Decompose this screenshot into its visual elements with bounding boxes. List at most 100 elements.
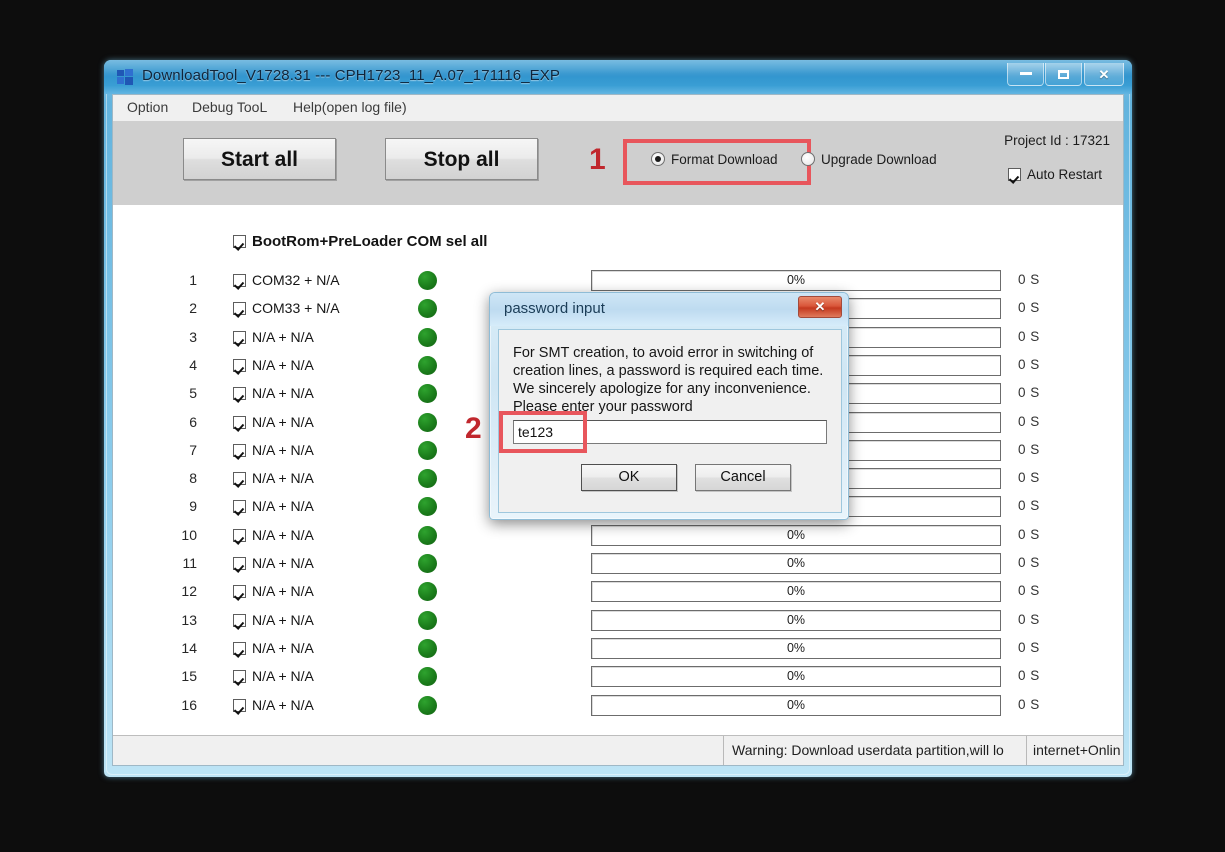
progress-bar: 0%: [591, 609, 1001, 631]
row-port-checkbox[interactable]: COM32 + N/A: [233, 272, 340, 288]
row-index: 8: [189, 470, 197, 487]
status-led-icon: [418, 440, 437, 460]
row-check-icon: [233, 274, 246, 287]
dialog-cancel-button[interactable]: Cancel: [695, 464, 791, 491]
status-warning-text: Warning: Download userdata partition,wil…: [723, 736, 1026, 765]
row-port-checkbox[interactable]: N/A + N/A: [233, 612, 314, 628]
table-row: 16 N/A + N/A 0% 0 S: [113, 693, 1123, 721]
maximize-button[interactable]: [1045, 63, 1082, 86]
row-port-checkbox[interactable]: N/A + N/A: [233, 697, 314, 713]
row-port-checkbox[interactable]: N/A + N/A: [233, 414, 314, 430]
row-check-icon: [233, 415, 246, 429]
elapsed-time-label: 0 S: [1018, 611, 1040, 627]
elapsed-time-label: 0 S: [1018, 583, 1040, 599]
elapsed-time-label: 0 S: [1018, 470, 1040, 486]
stop-all-button[interactable]: Stop all: [385, 138, 538, 180]
menu-item-help[interactable]: Help(open log file): [293, 99, 407, 115]
row-port-label: N/A + N/A: [252, 526, 314, 543]
elapsed-time-label: 0 S: [1018, 498, 1040, 514]
annotation-marker-1: 1: [589, 143, 606, 176]
menu-item-debug-tool[interactable]: Debug TooL: [192, 99, 267, 115]
progress-label: 0%: [786, 612, 806, 627]
start-all-button[interactable]: Start all: [183, 138, 336, 180]
status-led-icon: [418, 554, 437, 573]
minimize-button[interactable]: [1007, 63, 1044, 86]
toolbar: Start all Stop all 1 Format Download Upg…: [113, 121, 1123, 206]
windows-logo-icon: [117, 69, 133, 85]
row-port-label: N/A + N/A: [252, 498, 314, 515]
row-check-icon: [233, 443, 246, 457]
table-row: 13 N/A + N/A 0% 0 S: [113, 608, 1123, 636]
elapsed-time-label: 0 S: [1018, 300, 1040, 316]
auto-restart-label: Auto Restart: [1026, 167, 1102, 182]
window-titlebar[interactable]: DownloadTool_V1728.31 --- CPH1723_11_A.0…: [104, 60, 1132, 94]
row-port-checkbox[interactable]: N/A + N/A: [233, 583, 314, 599]
row-port-checkbox[interactable]: N/A + N/A: [233, 668, 314, 684]
row-index: 2: [189, 300, 197, 317]
row-index: 16: [181, 696, 197, 713]
row-check-icon: [233, 641, 246, 655]
row-port-label: N/A + N/A: [252, 413, 314, 430]
row-port-label: N/A + N/A: [252, 470, 314, 487]
annotation-box-password-field: [499, 411, 587, 453]
row-index: 6: [189, 413, 197, 430]
elapsed-time-label: 0 S: [1018, 356, 1040, 372]
row-check-icon: [233, 387, 246, 401]
row-port-checkbox[interactable]: N/A + N/A: [233, 385, 314, 401]
row-port-label: COM32 + N/A: [252, 272, 340, 288]
radio-upgrade-download-label: Upgrade Download: [821, 152, 937, 167]
select-all-checkbox[interactable]: BootRom+PreLoader COM sel all: [233, 233, 487, 250]
status-led-icon: [418, 610, 437, 630]
row-port-checkbox[interactable]: N/A + N/A: [233, 555, 314, 571]
progress-label: 0%: [786, 556, 806, 570]
row-check-icon: [233, 613, 246, 627]
close-button[interactable]: ✕: [1084, 63, 1124, 86]
dialog-ok-button[interactable]: OK: [581, 464, 677, 491]
radio-format-download-label: Format Download: [671, 152, 778, 167]
progress-label: 0%: [786, 669, 806, 684]
row-index: 13: [181, 611, 197, 628]
dialog-message: For SMT creation, to avoid error in swit…: [513, 345, 824, 415]
radio-format-download[interactable]: Format Download: [651, 152, 778, 167]
row-port-checkbox[interactable]: N/A + N/A: [233, 442, 314, 458]
progress-label: 0%: [786, 273, 806, 287]
row-index: 15: [181, 668, 197, 685]
row-index: 4: [189, 356, 197, 373]
progress-label: 0%: [786, 527, 806, 542]
radio-upgrade-download[interactable]: Upgrade Download: [801, 152, 937, 167]
table-row: 14 N/A + N/A 0% 0 S: [113, 636, 1123, 664]
status-led-icon: [418, 667, 437, 687]
status-led-icon: [418, 299, 437, 319]
row-port-checkbox[interactable]: N/A + N/A: [233, 357, 314, 373]
row-port-label: N/A + N/A: [252, 385, 314, 402]
status-led-icon: [418, 412, 437, 432]
row-check-icon: [233, 670, 246, 684]
elapsed-time-label: 0 S: [1018, 413, 1040, 429]
elapsed-time-label: 0 S: [1018, 555, 1040, 570]
row-check-icon: [233, 557, 246, 570]
status-led-icon: [418, 695, 437, 715]
menu-item-option[interactable]: Option: [127, 99, 168, 115]
row-port-checkbox[interactable]: N/A + N/A: [233, 640, 314, 656]
row-port-label: N/A + N/A: [252, 611, 314, 628]
row-check-icon: [233, 585, 246, 599]
statusbar: Warning: Download userdata partition,wil…: [113, 735, 1123, 765]
auto-restart-checkbox[interactable]: Auto Restart: [1007, 167, 1102, 182]
annotation-marker-2: 2: [465, 412, 482, 445]
row-port-checkbox[interactable]: N/A + N/A: [233, 498, 314, 514]
radio-upgrade-download-icon: [801, 152, 815, 166]
row-index: 10: [181, 526, 197, 543]
row-port-checkbox[interactable]: N/A + N/A: [233, 470, 314, 486]
row-port-label: N/A + N/A: [252, 583, 314, 600]
dialog-close-button[interactable]: ✕: [798, 296, 842, 318]
window-title: DownloadTool_V1728.31 --- CPH1723_11_A.0…: [142, 67, 560, 84]
dialog-titlebar[interactable]: password input ✕: [490, 293, 848, 326]
row-port-checkbox[interactable]: N/A + N/A: [233, 527, 314, 543]
minimize-icon: [1019, 72, 1032, 75]
elapsed-time-label: 0 S: [1018, 526, 1040, 542]
row-port-label: N/A + N/A: [252, 555, 314, 571]
row-index: 1: [189, 272, 197, 288]
row-check-icon: [233, 472, 246, 486]
row-port-checkbox[interactable]: N/A + N/A: [233, 329, 314, 345]
row-port-checkbox[interactable]: COM33 + N/A: [233, 300, 340, 316]
